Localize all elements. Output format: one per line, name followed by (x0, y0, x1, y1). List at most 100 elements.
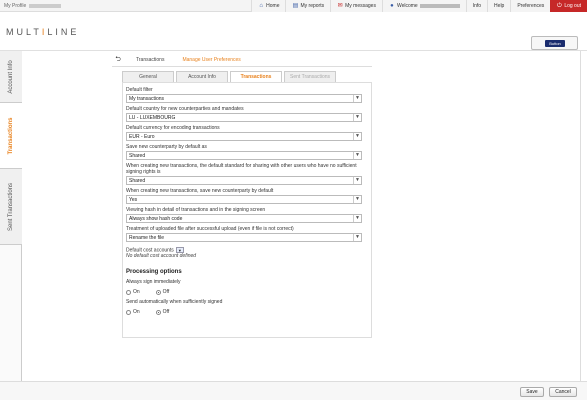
field-label: Save new counterparty by default as (126, 144, 207, 150)
send-auto-radio-group: On Off (126, 309, 368, 315)
sharing-standard-select[interactable]: Shared ▼ (126, 176, 362, 185)
default-currency-select[interactable]: EUR - Euro ▼ (126, 132, 362, 141)
select-value: LU - LUXEMBOURG (129, 115, 176, 121)
field-default-country: Default country for new counterparties a… (126, 106, 368, 122)
header-action-label: Button (545, 40, 565, 47)
top-navigation: ⌂ Home ▤ My reports ✉ My messages ● Welcome … (251, 0, 587, 12)
home-icon: ⌂ (259, 3, 263, 9)
send-auto-off-radio[interactable]: Off (155, 309, 170, 316)
tab-sent-transactions: Sent Transactions (284, 71, 336, 82)
save-button[interactable]: Save (520, 387, 544, 397)
header-action-button[interactable]: Button (531, 36, 578, 50)
nav-preferences[interactable]: Preferences (510, 0, 551, 12)
header-divider (0, 50, 587, 51)
field-label: When creating new transactions, the defa… (126, 163, 357, 175)
sidebar-tab-sent-transactions[interactable]: Sent Transactions (0, 169, 22, 245)
uploaded-file-select[interactable]: Rename the file ▼ (126, 233, 362, 242)
back-arrow-icon[interactable]: ⮌ (112, 55, 124, 66)
field-uploaded-file-treatment: Treatment of uploaded file after success… (126, 226, 368, 242)
radio-circle (126, 309, 131, 315)
radio-circle-selected (155, 289, 161, 295)
field-label: When creating new transactions, save new… (126, 188, 274, 194)
select-value: Rename the file (129, 235, 165, 241)
radio-label: On (133, 289, 140, 296)
nav-info[interactable]: Info (465, 0, 488, 12)
sidebar-tab-sent-transactions-label: Sent Transactions (8, 182, 14, 231)
field-default-currency: Default currency for encoding transactio… (126, 125, 368, 141)
nav-my-reports-label: My reports (300, 3, 325, 9)
field-label: Viewing hash in detail of transactions a… (126, 207, 266, 213)
sidebar-tab-account-info-label: Account Info (8, 59, 14, 94)
content-right-border (580, 51, 581, 381)
chevron-down-icon: ▼ (353, 215, 361, 222)
cost-accounts-value: No default cost account defined (126, 253, 197, 260)
field-label: Default filter (126, 87, 153, 93)
logout-icon: ⏻ (556, 3, 562, 9)
radio-label: On (133, 309, 140, 316)
radio-circle-selected (155, 309, 161, 315)
default-filter-select[interactable]: My transactions ▼ (126, 94, 362, 103)
select-value: EUR - Euro (129, 134, 155, 140)
nav-welcome-label: Welcome (396, 3, 418, 9)
save-new-counterparty-select[interactable]: Yes ▼ (126, 195, 362, 204)
messages-icon: ✉ (337, 3, 343, 9)
chevron-down-icon: ▼ (353, 114, 361, 121)
default-country-select[interactable]: LU - LUXEMBOURG ▼ (126, 113, 362, 122)
send-auto-on-radio[interactable]: On (126, 309, 140, 315)
radio-label: Off (162, 309, 170, 316)
field-default-cost-accounts: Default cost accounts ▼ No default cost a… (126, 247, 368, 259)
nav-home[interactable]: ⌂ Home (251, 0, 286, 12)
field-save-new-counterparty: When creating new transactions, save new… (126, 188, 368, 204)
cancel-button[interactable]: Cancel (549, 387, 577, 397)
logo-part1: MULT (6, 27, 42, 37)
chevron-down-icon: ▼ (353, 95, 361, 102)
logout-button[interactable]: ⏻ Log out (550, 0, 587, 12)
nav-my-messages[interactable]: ✉ My messages (330, 0, 382, 12)
profile-label: My Profile (4, 3, 27, 9)
chevron-down-icon: ▼ (353, 196, 361, 203)
top-bar: My Profile ⌂ Home ▤ My reports ✉ My message… (0, 0, 587, 12)
chevron-down-icon: ▼ (353, 234, 361, 241)
preference-tabs: General Account Info Transactions Sent T… (122, 71, 336, 82)
processing-options-title: Processing options (126, 269, 182, 276)
always-sign-off-radio[interactable]: Off (155, 289, 169, 295)
logo-part2: LINE (47, 27, 80, 37)
nav-help-label: Help (494, 3, 505, 9)
profile-name-redacted (29, 3, 62, 8)
breadcrumb-transactions[interactable]: Transactions (124, 57, 170, 63)
tab-account-info[interactable]: Account Info (176, 71, 228, 82)
field-default-filter: Default filter My transactions ▼ (126, 87, 368, 103)
always-sign-label: Always sign immediately (126, 279, 181, 286)
send-auto-label: Send automatically when sufficiently sig… (126, 299, 223, 306)
nav-my-reports[interactable]: ▤ My reports (285, 0, 331, 12)
viewing-hash-select[interactable]: Always show hash code ▼ (126, 214, 362, 223)
footer-bar: Save Cancel (0, 381, 587, 400)
preferences-panel: ⮌ Transactions Manage User Preferences G… (112, 54, 372, 384)
tab-transactions[interactable]: Transactions (230, 71, 282, 82)
field-sharing-standard: When creating new transactions, the defa… (126, 163, 368, 185)
select-value: Shared (129, 178, 146, 184)
select-value: Shared (129, 153, 146, 159)
field-viewing-hash: Viewing hash in detail of transactions a… (126, 207, 368, 223)
welcome-name-redacted (419, 4, 460, 8)
save-counterparty-select[interactable]: Shared ▼ (126, 151, 362, 160)
chevron-down-icon: ▼ (353, 177, 361, 184)
transactions-preferences-form: Default filter My transactions ▼ Default … (122, 82, 372, 338)
always-sign-radio-group: On Off (126, 289, 368, 295)
sidebar-tab-account-info[interactable]: Account Info (0, 51, 22, 103)
breadcrumb-current: Manage User Preferences (182, 57, 241, 63)
tab-general[interactable]: General (122, 71, 174, 82)
nav-help[interactable]: Help (487, 0, 511, 12)
chevron-down-icon: ▼ (353, 133, 361, 140)
nav-welcome[interactable]: ● Welcome (381, 0, 466, 12)
nav-my-messages-label: My messages (345, 3, 376, 9)
sidebar-tab-transactions-label: Transactions (8, 116, 14, 155)
profile-link[interactable]: My Profile (4, 3, 62, 9)
sidebar-tab-transactions[interactable]: Transactions (0, 103, 22, 169)
field-label: Default country for new counterparties a… (126, 106, 244, 112)
nav-info-label: Info (472, 3, 482, 9)
field-label: Default currency for encoding transactio… (126, 125, 220, 131)
cost-accounts-dropdown-button[interactable]: ▼ (175, 247, 184, 253)
welcome-icon: ● (390, 3, 394, 9)
always-sign-on-radio[interactable]: On (126, 289, 140, 295)
